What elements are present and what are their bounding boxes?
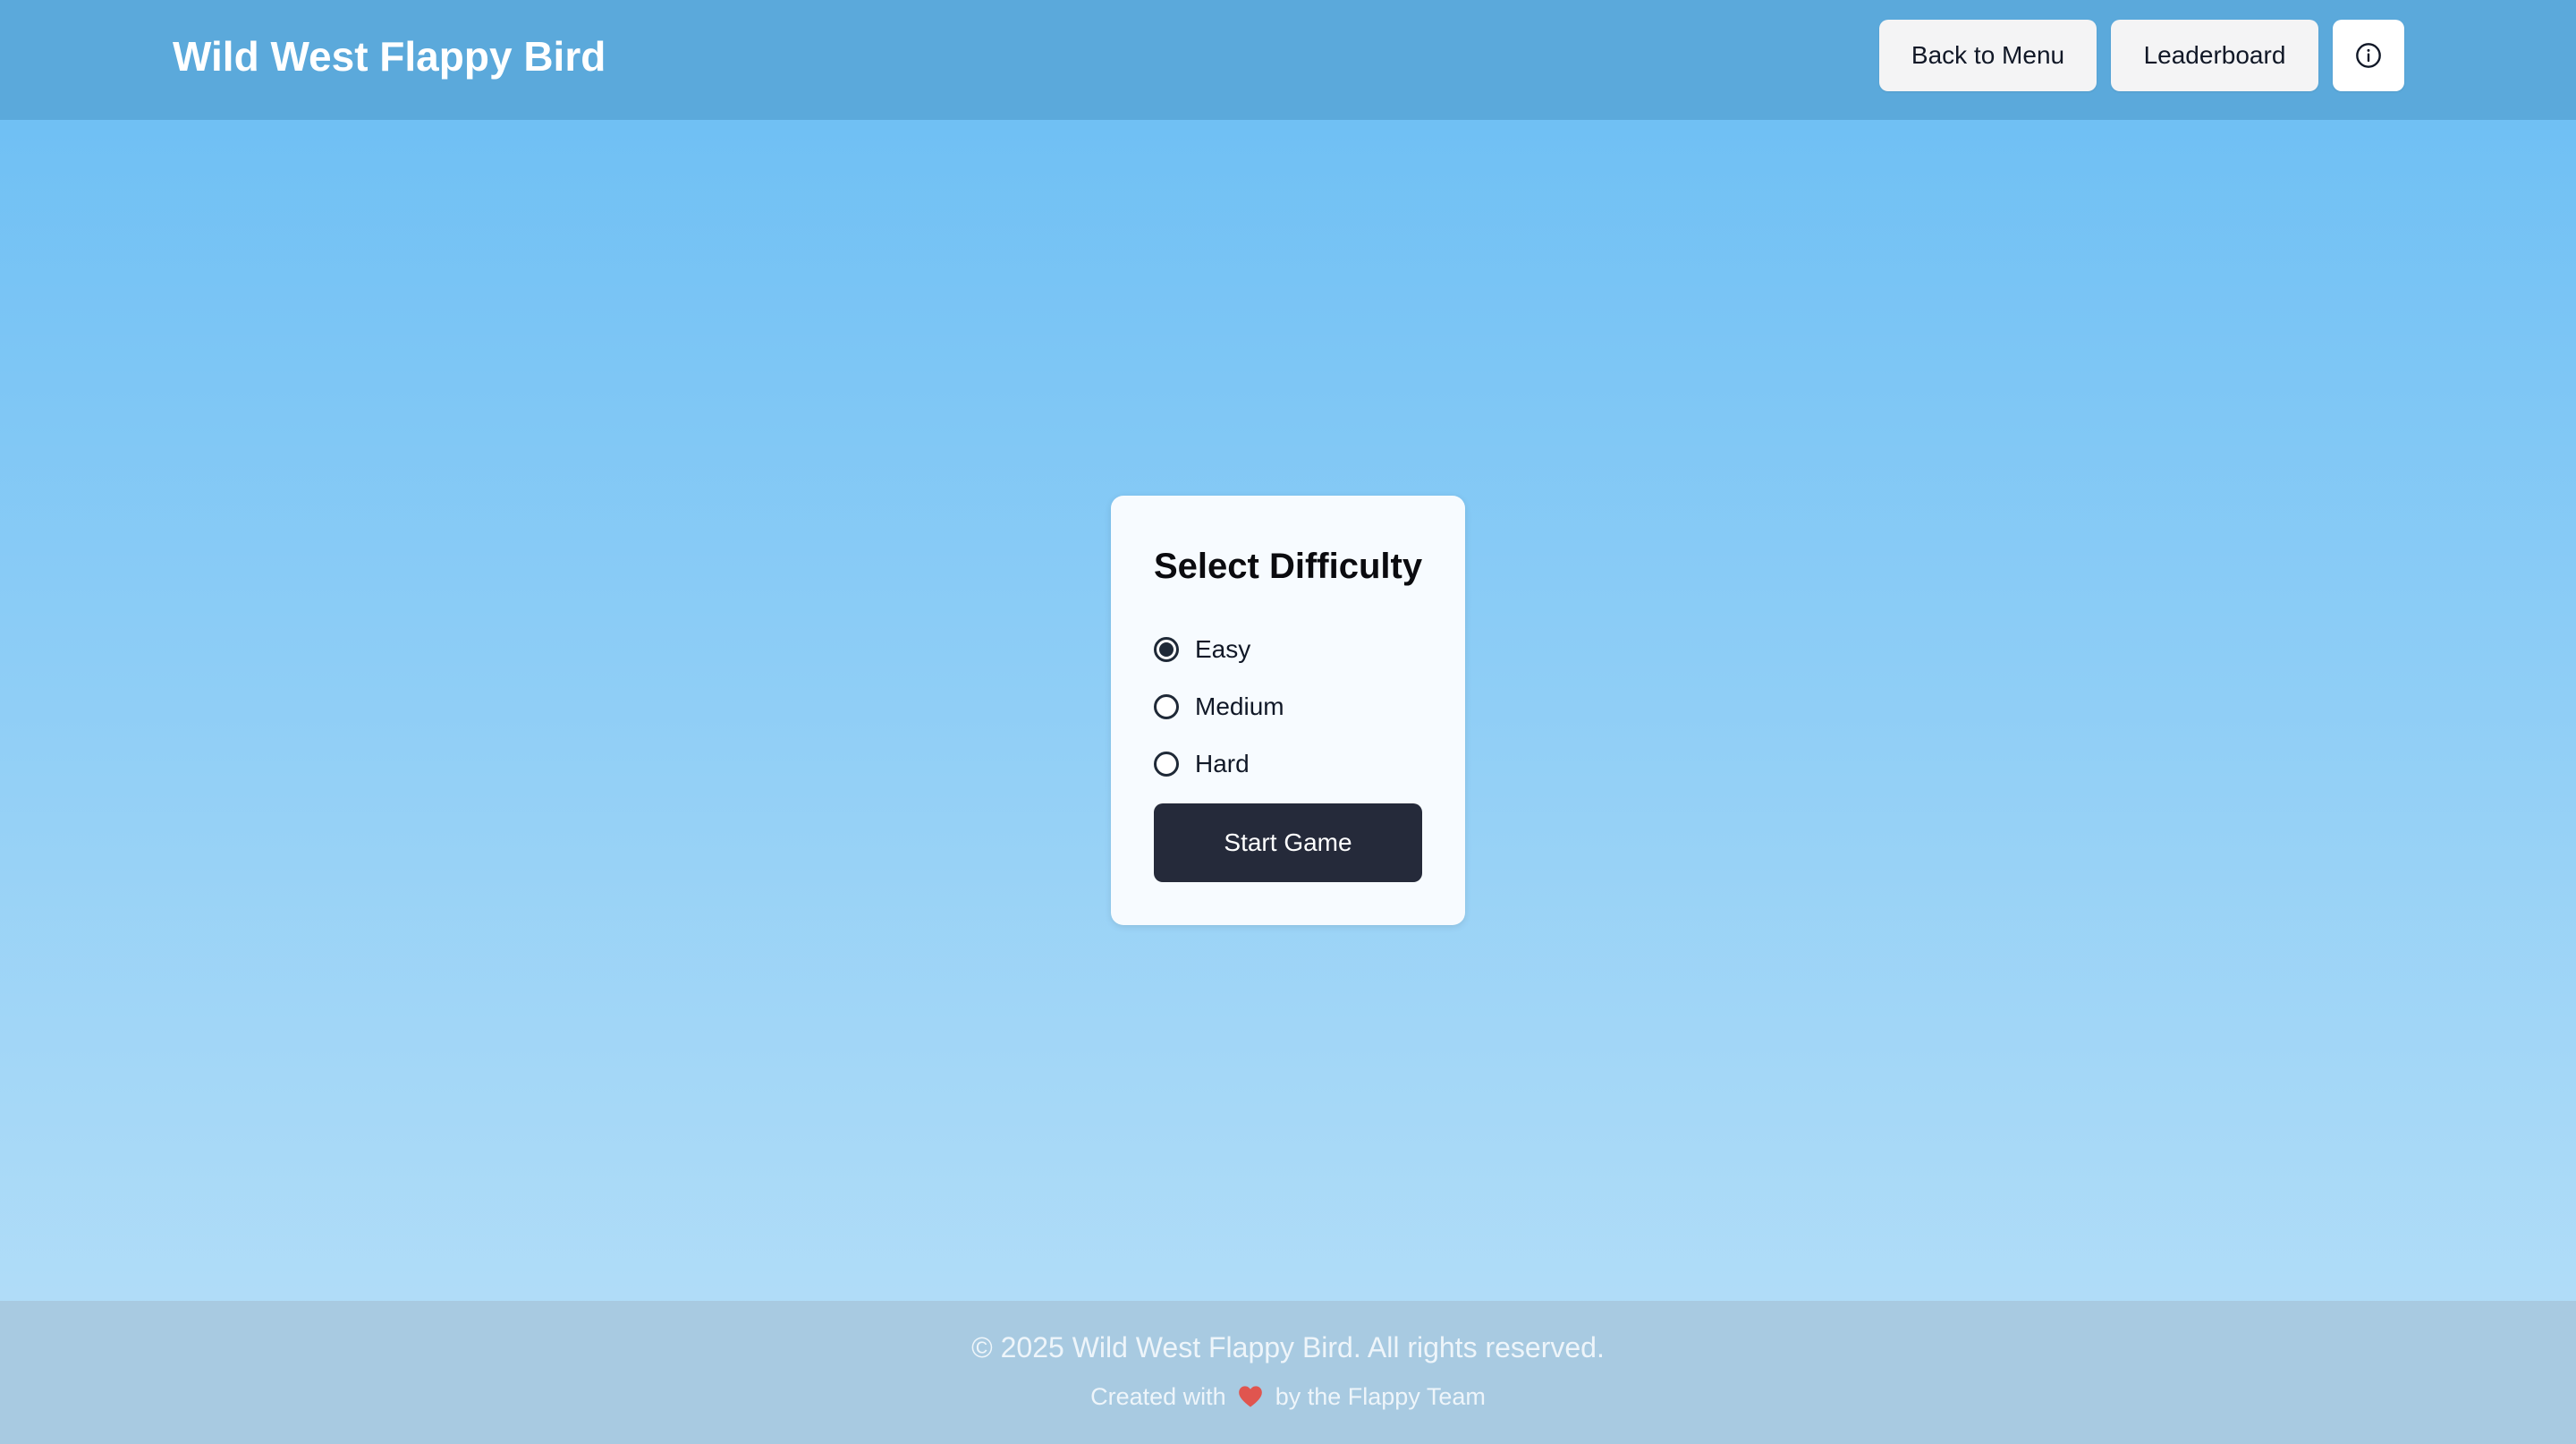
copyright-text: © 2025 Wild West Flappy Bird. All rights… (971, 1331, 1605, 1363)
difficulty-card: Select Difficulty Easy Medium Hard Start… (1111, 496, 1465, 925)
difficulty-title: Select Difficulty (1154, 547, 1423, 586)
credit-line: Created with by the Flappy Team (0, 1383, 2576, 1411)
top-header: Wild West Flappy Bird Back to Menu Leade… (0, 0, 2576, 120)
leaderboard-button[interactable]: Leaderboard (2111, 20, 2318, 91)
app-title: Wild West Flappy Bird (173, 33, 606, 80)
info-button[interactable] (2333, 20, 2404, 91)
start-game-button[interactable]: Start Game (1154, 803, 1422, 882)
game-page: Wild West Flappy Bird Back to Menu Leade… (0, 0, 2576, 1444)
credit-text-before: Created with (1090, 1383, 1226, 1410)
option-label-hard: Hard (1195, 750, 1250, 777)
radio-hard[interactable] (1154, 752, 1179, 777)
credit-text-after: by the Flappy Team (1275, 1383, 1486, 1410)
radio-easy[interactable] (1154, 637, 1179, 662)
radio-checked-dot (1159, 642, 1174, 657)
difficulty-option-hard[interactable]: Hard (1154, 746, 1250, 782)
option-label-easy: Easy (1195, 635, 1251, 663)
option-label-medium: Medium (1195, 692, 1284, 720)
radio-medium[interactable] (1154, 694, 1179, 719)
back-to-menu-button[interactable]: Back to Menu (1879, 20, 2097, 91)
heart-icon (1239, 1386, 1263, 1407)
page-footer: © 2025 Wild West Flappy Bird. All rights… (0, 1301, 2576, 1444)
difficulty-option-medium[interactable]: Medium (1154, 689, 1284, 725)
difficulty-option-easy[interactable]: Easy (1154, 632, 1250, 667)
info-icon (2356, 43, 2381, 68)
